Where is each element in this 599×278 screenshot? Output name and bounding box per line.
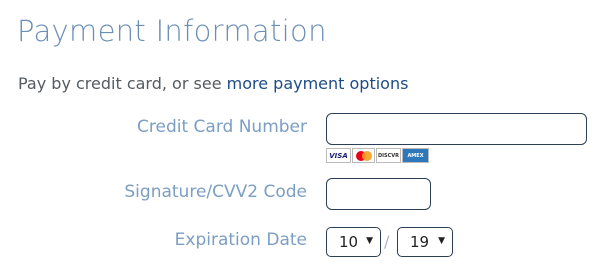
card-number-label: Credit Card Number: [137, 117, 307, 137]
intro-text: Pay by credit card, or see: [18, 74, 227, 93]
page-title: Payment Information: [17, 14, 327, 48]
chevron-down-icon: ▼: [366, 236, 373, 246]
expiration-month-value: 10: [339, 233, 359, 251]
expiration-month-select[interactable]: 10 ▼: [326, 227, 381, 257]
cvv-label: Signature/CVV2 Code: [124, 182, 307, 202]
more-payment-options-link[interactable]: more payment options: [227, 74, 409, 93]
cvv-input[interactable]: [326, 178, 431, 210]
mastercard-logo-icon: [352, 148, 375, 163]
visa-logo-icon: VISA: [326, 148, 351, 163]
card-number-input[interactable]: [326, 113, 587, 145]
accepted-cards: VISA DISCVR AMEX: [326, 148, 429, 163]
discover-logo-icon: DISCVR: [376, 148, 401, 163]
expiration-label: Expiration Date: [174, 230, 307, 250]
amex-logo-icon: AMEX: [402, 148, 429, 163]
chevron-down-icon: ▼: [438, 236, 445, 246]
date-separator: /: [384, 232, 390, 251]
expiration-year-value: 19: [410, 233, 430, 251]
expiration-year-select[interactable]: 19 ▼: [397, 227, 453, 257]
payment-intro: Pay by credit card, or see more payment …: [18, 74, 408, 93]
